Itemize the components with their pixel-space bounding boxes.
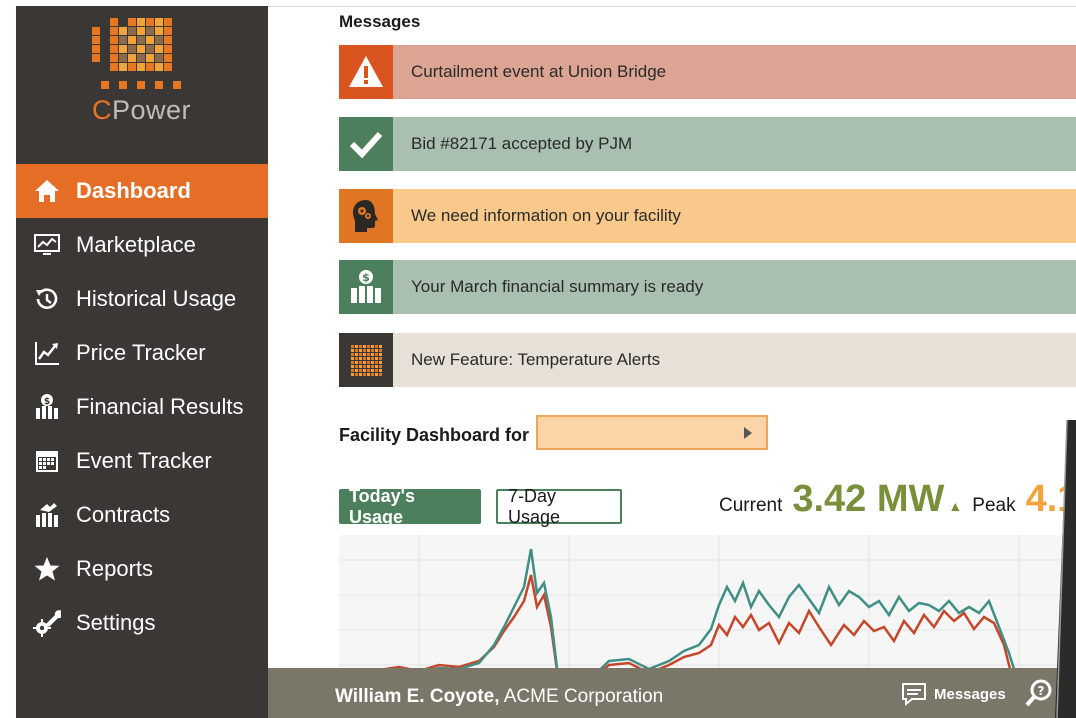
sidebar-item-label: Marketplace (76, 232, 196, 257)
messages-heading: Messages (339, 12, 421, 31)
svg-text:?: ? (1038, 684, 1045, 698)
facility-select[interactable] (536, 415, 768, 450)
svg-text:$: $ (44, 397, 50, 407)
sidebar-item-label: Contracts (76, 502, 171, 527)
sidebar-item-label: Settings (76, 610, 156, 635)
current-label: Current (719, 495, 783, 516)
message-text: New Feature: Temperature Alerts (411, 350, 661, 369)
money-bars-icon: $ (339, 260, 393, 314)
monitor-chart-icon (32, 231, 62, 259)
footer-messages-button[interactable]: Messages (900, 681, 1006, 707)
device-edge (1055, 420, 1076, 718)
usage-readouts: Current 3.42 MW ▲ Peak 4.18 M (719, 478, 1076, 521)
sidebar-item-historical-usage[interactable]: Historical Usage (16, 272, 268, 326)
footer-messages-label: Messages (934, 685, 1006, 703)
logo-text: CPower (92, 95, 192, 125)
warning-icon (339, 45, 393, 99)
cpower-logo-icon (339, 333, 393, 387)
cpower-logo[interactable]: CPower (92, 18, 192, 126)
main-content: Messages Curtailment event at Union Brid… (268, 0, 1076, 718)
message-item-financial-summary[interactable]: $ Your March financial summary is ready (339, 260, 1076, 314)
chat-bubble-icon (902, 683, 926, 707)
facility-dashboard-label: Facility Dashboard for (339, 425, 530, 445)
message-item-facility-info[interactable]: We need information on your facility (339, 189, 1076, 243)
message-text: Curtailment event at Union Bridge (411, 62, 667, 81)
sidebar-item-event-tracker[interactable]: Event Tracker (16, 434, 268, 488)
sidebar-item-label: Financial Results (76, 394, 244, 419)
window-frame (0, 0, 16, 718)
star-icon (32, 555, 62, 583)
history-icon (32, 285, 62, 313)
sidebar-item-price-tracker[interactable]: Price Tracker (16, 326, 268, 380)
head-gears-icon (339, 189, 393, 243)
sidebar-item-reports[interactable]: Reports (16, 542, 268, 596)
triangle-up-icon: ▲ (948, 498, 963, 514)
footer-bar: William E. Coyote, ACME Corporation Mess… (268, 668, 1076, 718)
contract-icon (32, 501, 62, 529)
message-item-bid-accepted[interactable]: Bid #82171 accepted by PJM (339, 117, 1076, 171)
tab-7-day-usage[interactable]: 7-Day Usage (496, 486, 622, 527)
message-item-curtailment[interactable]: Curtailment event at Union Bridge (339, 45, 1076, 99)
message-text: We need information on your facility (411, 206, 681, 225)
sidebar-item-settings[interactable]: Settings (16, 596, 268, 650)
checkmark-icon (339, 117, 393, 171)
sidebar-item-marketplace[interactable]: Marketplace (16, 218, 268, 272)
current-value: 3.42 MW (792, 478, 945, 520)
usage-chart (339, 535, 1069, 685)
money-bars-icon: $ (32, 393, 62, 421)
sidebar-item-label: Dashboard (76, 178, 191, 203)
divider (268, 6, 1076, 7)
sidebar-item-label: Price Tracker (76, 340, 206, 365)
caret-right-icon (744, 427, 752, 439)
chart-grid (339, 535, 1069, 685)
wrench-gear-icon (32, 609, 62, 637)
tab-todays-usage[interactable]: Today's Usage (339, 486, 481, 527)
sidebar-item-label: Historical Usage (76, 286, 237, 311)
sidebar-nav: Dashboard Marketplace Historical Usage P… (16, 164, 268, 650)
logo-grid-icon (92, 18, 192, 89)
trend-line-icon (32, 339, 62, 367)
home-icon (32, 177, 62, 205)
sidebar-item-label: Reports (76, 556, 154, 581)
sidebar-item-label: Event Tracker (76, 448, 212, 473)
sidebar-item-dashboard[interactable]: Dashboard (16, 164, 268, 218)
sidebar-item-financial-results[interactable]: $ Financial Results (16, 380, 268, 434)
message-text: Bid #82171 accepted by PJM (411, 134, 633, 153)
user-identity[interactable]: William E. Coyote, ACME Corporation (335, 686, 663, 708)
message-item-new-feature[interactable]: New Feature: Temperature Alerts (339, 333, 1076, 387)
svg-text:$: $ (362, 271, 370, 284)
message-text: Your March financial summary is ready (411, 277, 704, 296)
help-search-icon[interactable]: ? (1024, 678, 1054, 708)
sidebar: CPower Dashboard Marketplace Historical … (16, 6, 268, 718)
peak-label: Peak (972, 495, 1016, 516)
sidebar-item-contracts[interactable]: Contracts (16, 488, 268, 542)
calendar-icon (32, 447, 62, 475)
